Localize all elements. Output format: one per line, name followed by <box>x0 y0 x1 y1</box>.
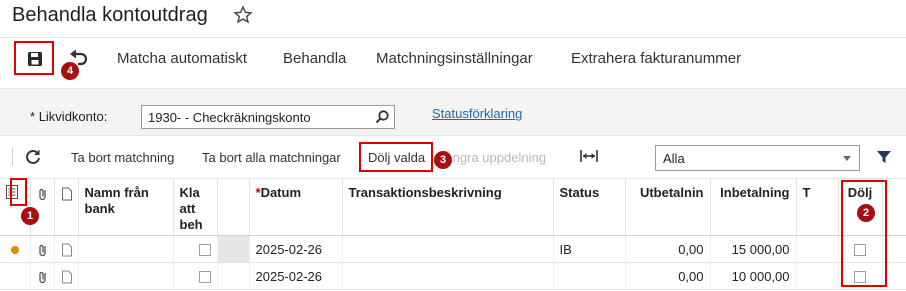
document-cell[interactable] <box>54 262 79 290</box>
attachment-cell[interactable] <box>30 262 55 290</box>
fit-columns-icon[interactable] <box>580 149 598 163</box>
date-cell[interactable]: 2025-02-26 <box>249 235 343 263</box>
annotation-badge-4: 4 <box>61 62 79 80</box>
document-icon <box>61 187 72 201</box>
t-cell[interactable] <box>796 262 839 290</box>
hide-selected-button[interactable]: Dölj valda <box>368 150 425 165</box>
document-icon[interactable] <box>61 243 73 257</box>
status-cell[interactable]: IB <box>553 235 626 263</box>
status-cell[interactable] <box>553 262 626 290</box>
warning-dot-icon <box>10 246 19 255</box>
funnel-icon[interactable] <box>876 149 892 165</box>
col-description[interactable]: Transaktionsbeskrivning <box>342 178 554 236</box>
col-date[interactable]: *Datum <box>249 178 343 236</box>
save-button[interactable] <box>17 44 53 74</box>
row-selector-icon[interactable] <box>6 185 18 199</box>
row-indicator <box>0 235 31 263</box>
attachment-icon <box>38 188 46 200</box>
annotation-badge-2: 2 <box>857 204 875 222</box>
table-row[interactable]: 2025-02-26 IB 0,00 15 000,00 <box>0 235 906 263</box>
annotation-badge-3: 3 <box>434 151 452 169</box>
extra-cell <box>882 262 906 290</box>
date-cell[interactable]: 2025-02-26 <box>249 262 343 290</box>
ready-cell[interactable] <box>173 262 218 290</box>
deposit-cell[interactable]: 10 000,00 <box>710 262 797 290</box>
payment-cell[interactable]: 0,00 <box>625 235 711 263</box>
payment-cell[interactable]: 0,00 <box>625 262 711 290</box>
status-explanation-link[interactable]: Statusförklaring <box>432 106 522 121</box>
col-t[interactable]: T <box>796 178 839 236</box>
ready-checkbox[interactable] <box>198 271 211 284</box>
attachment-icon[interactable] <box>37 270 49 284</box>
attachment-cell[interactable] <box>30 235 55 263</box>
extra-cell <box>882 235 906 263</box>
document-icon[interactable] <box>61 270 73 284</box>
star-icon[interactable] <box>233 5 253 25</box>
description-cell[interactable] <box>342 235 554 263</box>
col-status[interactable]: Status <box>553 178 626 236</box>
filter-panel: * Likvidkonto: 1930- - Checkräkningskont… <box>0 88 906 136</box>
row-filter-value: Alla <box>663 151 685 166</box>
chevron-down-icon <box>843 156 851 161</box>
document-cell[interactable] <box>54 235 79 263</box>
account-value: 1930- - Checkräkningskonto <box>148 110 311 125</box>
hide-cell[interactable] <box>838 262 883 290</box>
hide-cell[interactable] <box>838 235 883 263</box>
undo-split-button[interactable]: Ångra uppdelning <box>444 150 546 165</box>
col-payment[interactable]: Utbetalnin <box>625 178 711 236</box>
spacer-cell[interactable] <box>217 262 250 290</box>
grid-header: Namn från bank Kla att beh *Datum Transa… <box>0 178 906 236</box>
page-title: Behandla kontoutdrag <box>12 4 208 26</box>
remove-all-matchings-button[interactable]: Ta bort alla matchningar <box>202 150 341 165</box>
account-label: Likvidkonto: <box>38 109 108 124</box>
col-blank <box>217 178 250 236</box>
magnifier-icon[interactable] <box>374 109 390 125</box>
ready-checkbox[interactable] <box>198 244 211 257</box>
process-button[interactable]: Behandla <box>283 50 346 67</box>
account-label-wrap: * Likvidkonto: <box>30 109 107 124</box>
ready-cell[interactable] <box>173 235 218 263</box>
selected-cell[interactable] <box>216 235 250 263</box>
document-header <box>54 178 79 236</box>
hide-checkbox[interactable] <box>854 271 866 284</box>
name-cell[interactable] <box>78 262 174 290</box>
save-icon <box>28 52 42 66</box>
col-ready[interactable]: Kla att beh <box>173 178 218 236</box>
transactions-grid: Namn från bank Kla att beh *Datum Transa… <box>0 178 906 290</box>
row-filter-select[interactable]: Alla <box>655 145 860 171</box>
col-name-from-bank[interactable]: Namn från bank <box>78 178 174 236</box>
title-bar: Behandla kontoutdrag <box>0 0 906 38</box>
t-cell[interactable] <box>796 235 839 263</box>
hide-checkbox[interactable] <box>854 244 866 257</box>
annotation-badge-1: 1 <box>21 207 39 225</box>
attachment-icon[interactable] <box>37 243 49 257</box>
col-date-label: Datum <box>260 185 302 200</box>
matching-settings-button[interactable]: Matchningsinställningar <box>376 50 533 67</box>
description-cell[interactable] <box>342 262 554 290</box>
refresh-icon[interactable] <box>24 148 42 166</box>
table-row[interactable]: 2025-02-26 0,00 10 000,00 <box>0 262 906 290</box>
remove-matching-button[interactable]: Ta bort matchning <box>71 150 174 165</box>
match-automatically-button[interactable]: Matcha automatiskt <box>117 50 247 67</box>
extract-invoice-number-button[interactable]: Extrahera fakturanummer <box>571 50 741 67</box>
name-cell[interactable] <box>78 235 174 263</box>
required-mark: * <box>30 109 36 124</box>
deposit-cell[interactable]: 15 000,00 <box>710 235 797 263</box>
col-extra <box>882 178 906 236</box>
main-toolbar: Matcha automatiskt Behandla Matchningsin… <box>0 38 906 82</box>
col-deposit[interactable]: Inbetalning <box>710 178 797 236</box>
account-selector[interactable]: 1930- - Checkräkningskonto <box>141 105 395 129</box>
separator <box>12 148 13 166</box>
row-indicator <box>0 262 31 290</box>
